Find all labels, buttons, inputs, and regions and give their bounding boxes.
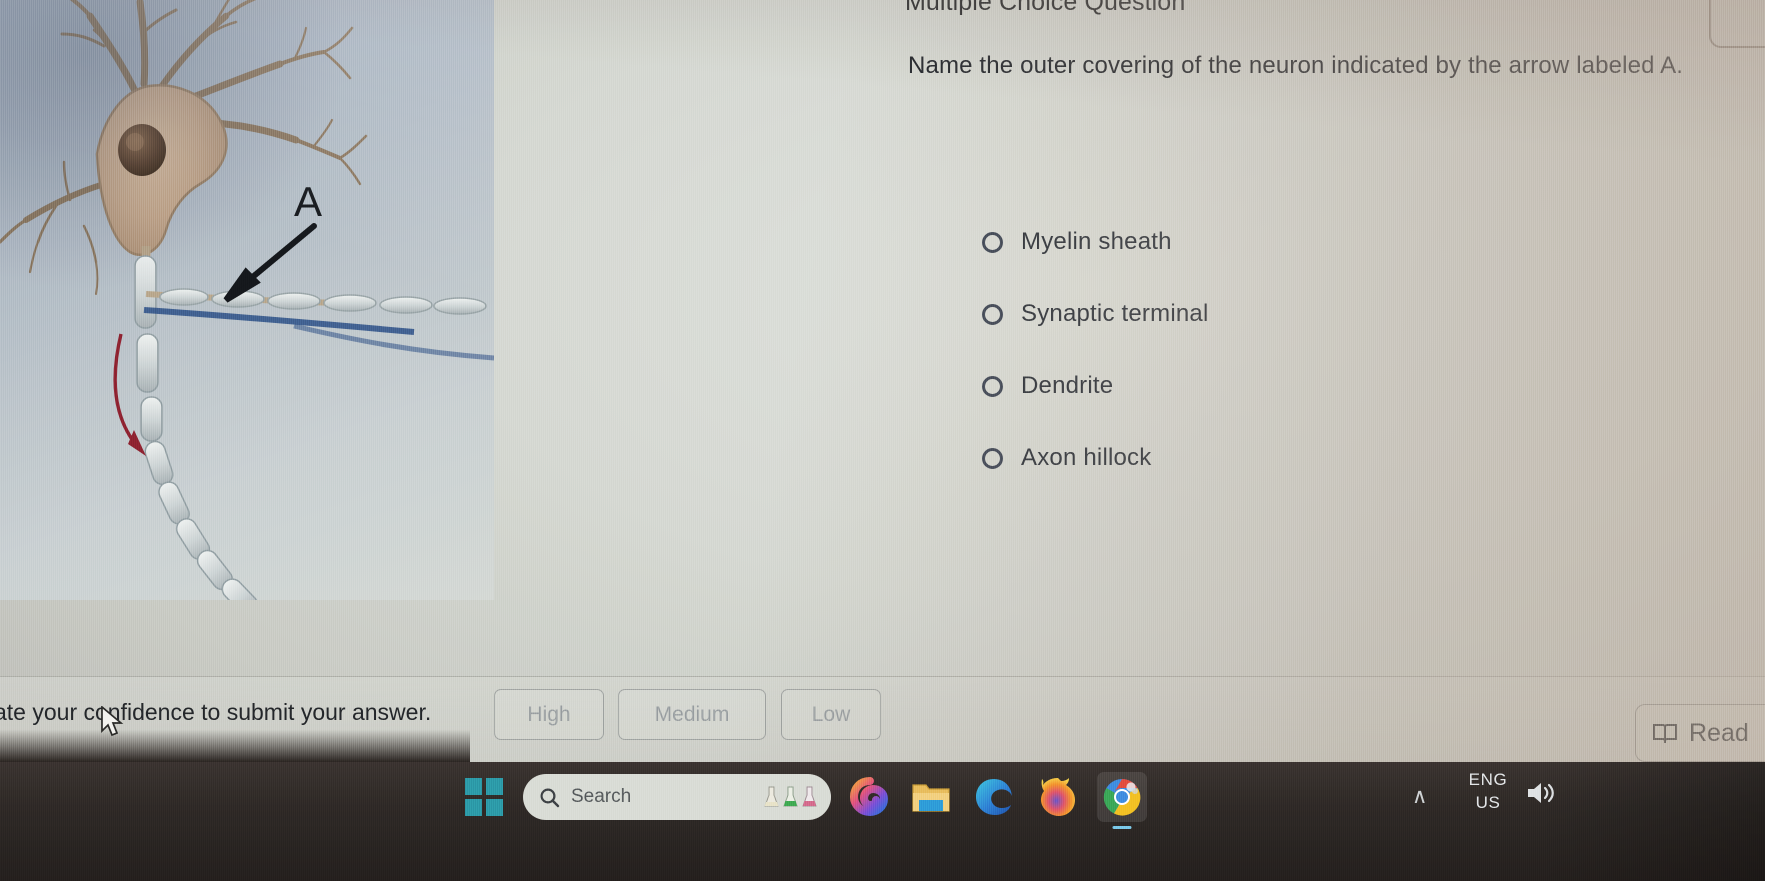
- option-label: Myelin sheath: [1021, 228, 1172, 255]
- taskbar-search-box[interactable]: Search: [523, 774, 831, 820]
- pointer-arrow-a: [223, 223, 317, 303]
- confidence-medium-button[interactable]: Medium: [618, 689, 766, 740]
- quiz-page: A Multiple Choice Question Name the oute…: [0, 0, 1765, 762]
- page-title: Multiple Choice Question: [905, 0, 1186, 16]
- myelin-segments-diagonal: [144, 440, 259, 600]
- neuron-illustration-svg: A: [0, 0, 494, 600]
- language-secondary: US: [1475, 793, 1501, 812]
- arrow-label-a: A: [294, 178, 322, 225]
- nucleus: [118, 124, 166, 176]
- option-dendrite[interactable]: Dendrite: [982, 372, 1208, 400]
- option-synaptic-terminal[interactable]: Synaptic terminal: [982, 300, 1208, 328]
- mouse-cursor-icon: [101, 706, 124, 737]
- file-explorer-icon[interactable]: [906, 772, 956, 822]
- neuron-diagram: A: [0, 0, 494, 600]
- speaker-icon[interactable]: [1525, 778, 1559, 813]
- book-icon: [1653, 724, 1677, 743]
- soma: [95, 84, 228, 256]
- radio-button-icon[interactable]: [982, 303, 1003, 325]
- option-label: Axon hillock: [1021, 444, 1152, 471]
- option-myelin-sheath[interactable]: Myelin sheath: [982, 228, 1208, 256]
- screenshot-root: A Multiple Choice Question Name the oute…: [0, 0, 1765, 881]
- radio-button-icon[interactable]: [982, 375, 1003, 397]
- windows-taskbar: Search ∧ ENG US: [0, 762, 1765, 881]
- firefox-icon[interactable]: [1033, 772, 1083, 822]
- show-hidden-icons-chevron-up-icon[interactable]: ∧: [1412, 784, 1427, 809]
- read-button[interactable]: Read: [1635, 704, 1765, 762]
- microsoft-edge-icon[interactable]: [969, 772, 1019, 822]
- radio-button-icon[interactable]: [982, 447, 1003, 469]
- windows-start-button[interactable]: [465, 778, 503, 816]
- language-indicator[interactable]: ENG US: [1460, 768, 1516, 814]
- language-primary: ENG: [1468, 770, 1508, 789]
- copilot-icon[interactable]: [845, 772, 895, 822]
- read-button-label: Read: [1689, 718, 1749, 747]
- myelin-segments-vertical: [134, 255, 163, 442]
- partial-ui-box: [1709, 0, 1765, 48]
- radio-button-icon[interactable]: [982, 231, 1003, 253]
- lab-flask-icons: [764, 786, 817, 808]
- confidence-prompt-label: ate your confidence to submit your answe…: [0, 699, 432, 725]
- option-label: Synaptic terminal: [1021, 300, 1209, 327]
- confidence-low-button[interactable]: Low: [781, 689, 881, 740]
- option-label: Dendrite: [1021, 372, 1114, 399]
- search-icon: [540, 787, 560, 807]
- answer-options-group: Myelin sheath Synaptic terminal Dendrite…: [982, 228, 1208, 472]
- google-chrome-icon[interactable]: [1097, 772, 1147, 829]
- search-placeholder: Search: [571, 786, 632, 807]
- active-app-indicator: [1112, 826, 1132, 829]
- confidence-high-button[interactable]: High: [494, 689, 604, 740]
- action-bar: ate your confidence to submit your answe…: [0, 676, 1765, 762]
- question-prompt: Name the outer covering of the neuron in…: [908, 52, 1684, 79]
- option-axon-hillock[interactable]: Axon hillock: [982, 444, 1208, 472]
